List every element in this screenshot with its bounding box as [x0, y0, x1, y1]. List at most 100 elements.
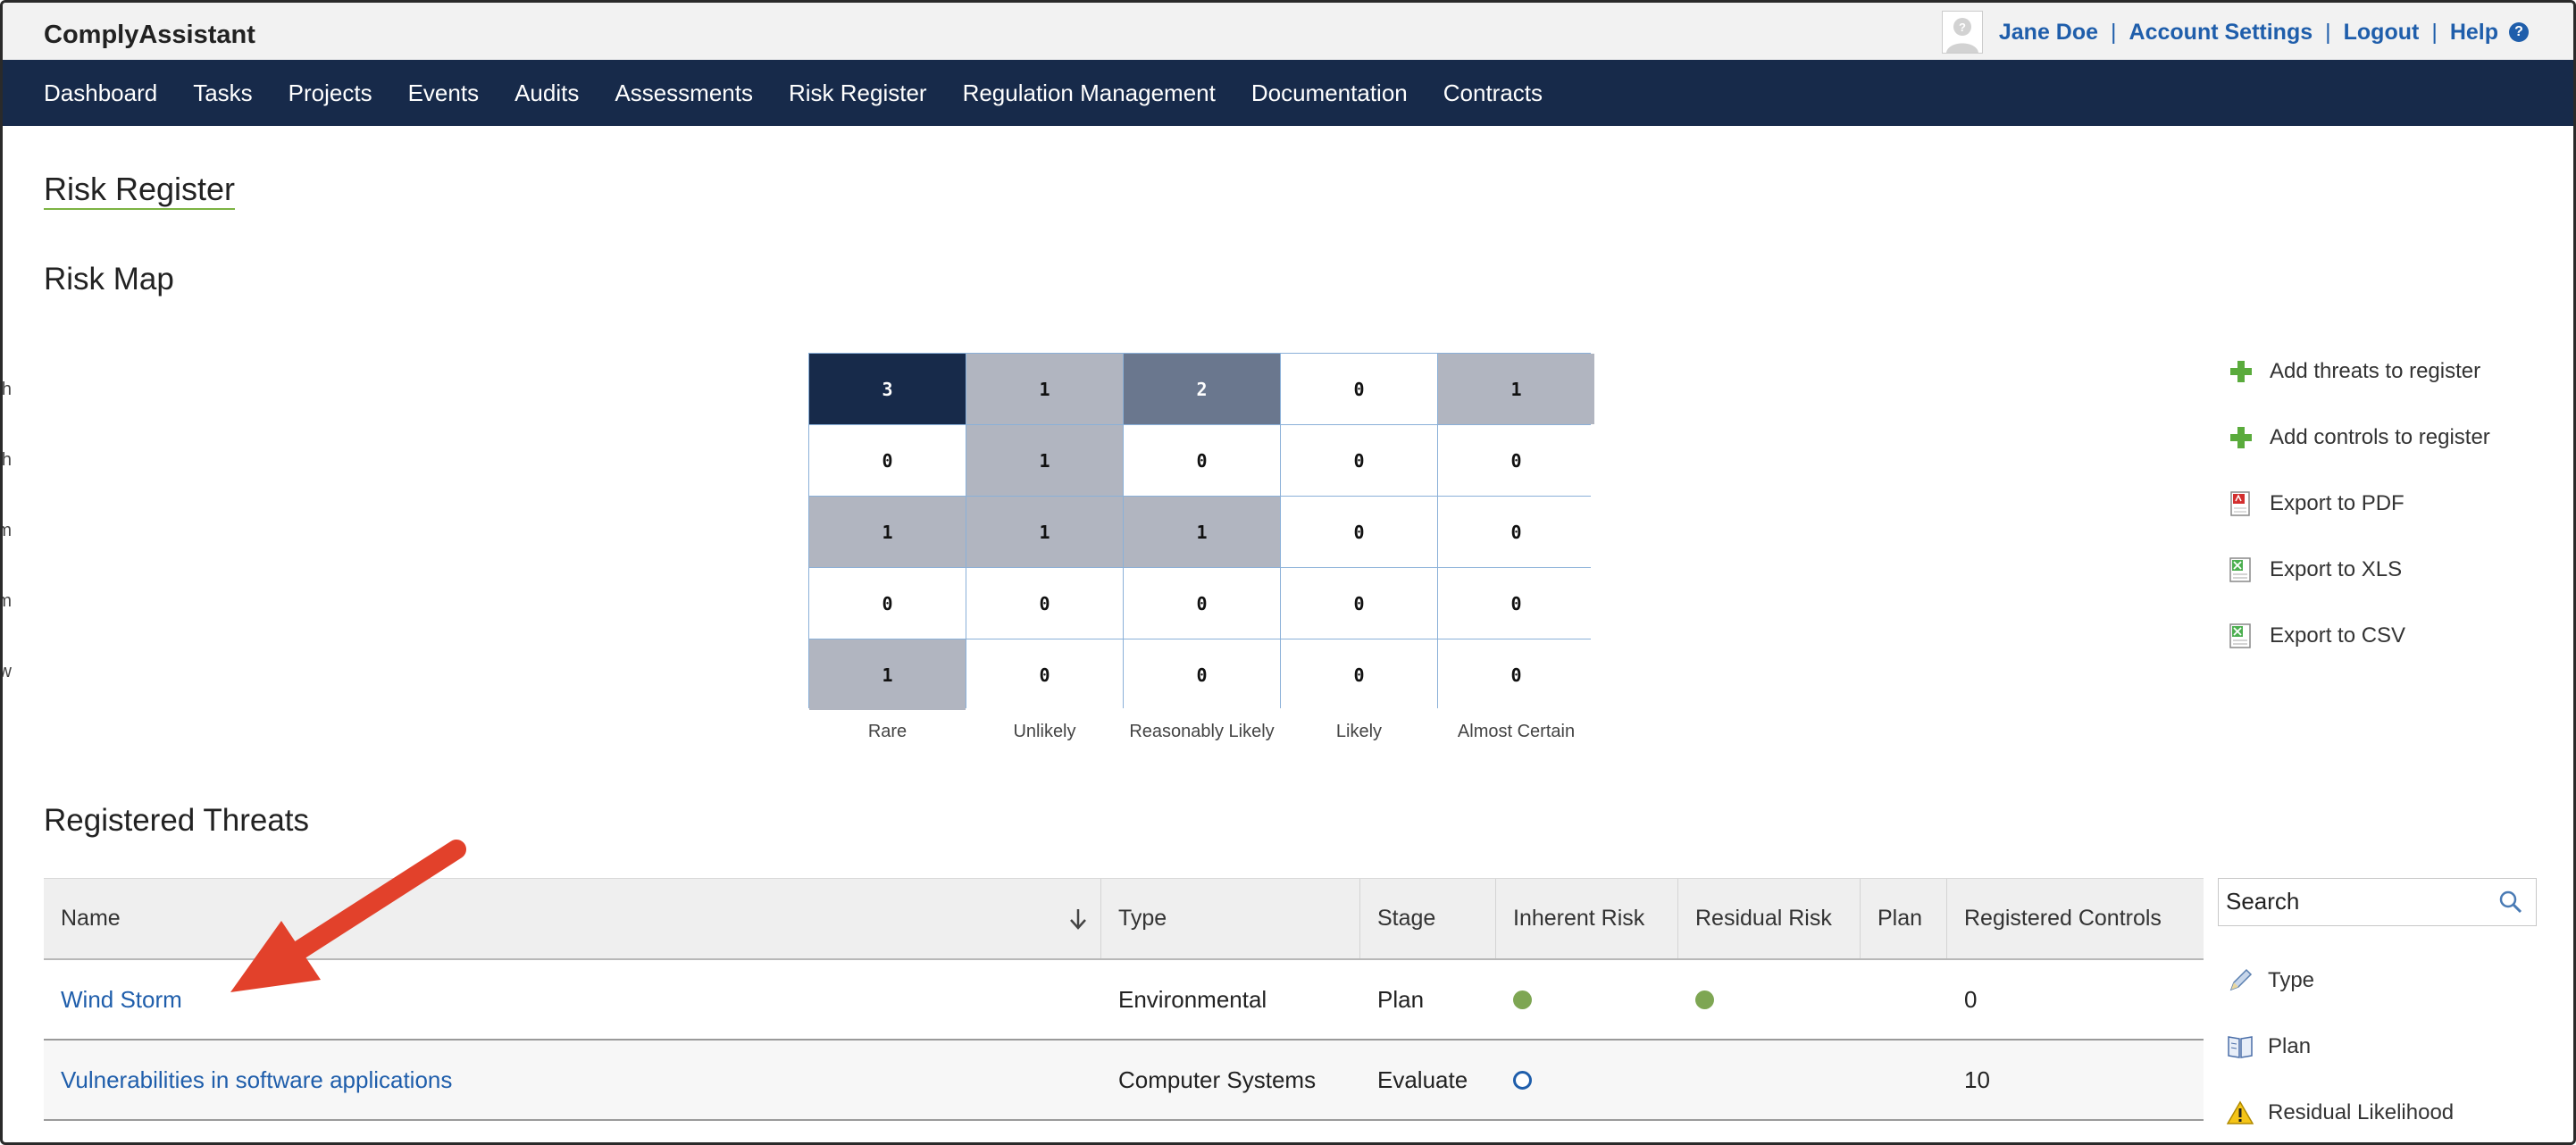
- column-label: Type: [1118, 906, 1167, 931]
- table-header: Name Type Stage Inherent Risk Residual R…: [44, 878, 2204, 960]
- nav-tasks[interactable]: Tasks: [193, 79, 252, 107]
- warning-icon: [2227, 1099, 2254, 1126]
- risk-cell-high-reasonably-likely[interactable]: 2: [1124, 354, 1280, 424]
- risk-cell-medium-rare[interactable]: 1: [809, 497, 966, 567]
- risk-cell-medium-high-likely[interactable]: 0: [1281, 425, 1437, 496]
- risk-cell-medium-unlikely[interactable]: 1: [966, 497, 1123, 567]
- help-icon[interactable]: ?: [2509, 22, 2529, 42]
- registered-controls-count: 10: [1964, 1066, 1990, 1093]
- nav-dashboard[interactable]: Dashboard: [44, 79, 157, 107]
- risk-map-x-label: Rare: [867, 722, 907, 741]
- sort-descending-icon[interactable]: [1068, 907, 1088, 937]
- risk-cell-high-rare[interactable]: 3: [809, 354, 966, 424]
- risk-cell-low-medium-likely[interactable]: 0: [1281, 568, 1437, 639]
- risk-cell-medium-reasonably-likely[interactable]: 1: [1124, 497, 1280, 567]
- column-label: Registered Controls: [1964, 906, 2162, 931]
- risk-map-y-label: High: [1, 380, 12, 399]
- column-header-stage[interactable]: Stage: [1360, 879, 1496, 958]
- risk-cell-low-medium-unlikely[interactable]: 0: [966, 568, 1123, 639]
- risk-cell-low-likely[interactable]: 0: [1281, 639, 1437, 710]
- risk-cell-medium-high-almost-certain[interactable]: 0: [1438, 425, 1594, 496]
- risk-map-x-label: Reasonably Likely: [1129, 722, 1275, 741]
- filter-type[interactable]: Type: [2227, 963, 2454, 999]
- export-csv-button[interactable]: Export to CSV: [2229, 619, 2490, 653]
- search-icon[interactable]: [2498, 890, 2523, 919]
- risk-cell-high-likely[interactable]: 0: [1281, 354, 1437, 424]
- column-header-type[interactable]: Type: [1101, 879, 1360, 958]
- nav-assessments[interactable]: Assessments: [615, 79, 753, 107]
- action-label: Export to PDF: [2270, 491, 2405, 515]
- filter-residual-likelihood[interactable]: Residual Likelihood: [2227, 1095, 2454, 1131]
- nav-regulation-management[interactable]: Regulation Management: [963, 79, 1216, 107]
- risk-cell-low-medium-almost-certain[interactable]: 0: [1438, 568, 1594, 639]
- risk-cell-medium-almost-certain[interactable]: 0: [1438, 497, 1594, 567]
- column-header-residual-risk[interactable]: Residual Risk: [1678, 879, 1861, 958]
- column-header-registered-controls[interactable]: Registered Controls: [1947, 879, 2204, 958]
- export-pdf-button[interactable]: Export to PDF: [2229, 487, 2490, 521]
- main-nav: Dashboard Tasks Projects Events Audits A…: [3, 60, 2573, 126]
- risk-cell-medium-likely[interactable]: 0: [1281, 497, 1437, 567]
- risk-actions: Add threats to register Add controls to …: [2229, 355, 2490, 685]
- user-silhouette-icon: ?: [1945, 18, 1978, 53]
- threat-name-link[interactable]: Vulnerabilities in software applications: [61, 1066, 452, 1094]
- svg-text:?: ?: [1959, 21, 1966, 34]
- residual-risk-empty: [1678, 1041, 1861, 1119]
- table-row: Vulnerabilities in software applications…: [44, 1041, 2204, 1121]
- risk-map-y-label: Low / Medium: [3, 591, 12, 612]
- add-controls-button[interactable]: Add controls to register: [2229, 421, 2490, 455]
- nav-contracts[interactable]: Contracts: [1443, 79, 1543, 107]
- filter-label: Residual Likelihood: [2268, 1100, 2455, 1124]
- pencil-icon: [2227, 967, 2254, 994]
- risk-map-y-label: Medium: [3, 521, 12, 541]
- user-bar: ? Jane Doe | Account Settings | Logout |…: [1941, 10, 2529, 54]
- browser-window: ComplyAssistant ? Jane Doe | Account Set…: [0, 0, 2576, 1145]
- risk-cell-medium-high-unlikely[interactable]: 1: [966, 425, 1123, 496]
- action-label: Add controls to register: [2270, 425, 2490, 449]
- plus-icon: [2229, 359, 2254, 384]
- column-header-inherent-risk[interactable]: Inherent Risk: [1496, 879, 1678, 958]
- book-icon: [2227, 1033, 2254, 1060]
- column-header-plan[interactable]: Plan: [1861, 879, 1947, 958]
- page-title: Risk Register: [44, 172, 236, 210]
- add-threats-button[interactable]: Add threats to register: [2229, 355, 2490, 389]
- risk-map-y-label: Medium / High: [1, 450, 12, 470]
- account-settings-link[interactable]: Account Settings: [2129, 20, 2313, 46]
- separator: |: [2111, 19, 2117, 45]
- risk-cell-high-unlikely[interactable]: 1: [966, 354, 1123, 424]
- risk-cell-medium-high-rare[interactable]: 0: [809, 425, 966, 496]
- avatar[interactable]: ?: [1941, 11, 1983, 54]
- nav-events[interactable]: Events: [408, 79, 480, 107]
- risk-cell-high-almost-certain[interactable]: 1: [1438, 354, 1594, 424]
- help-link[interactable]: Help: [2450, 20, 2498, 46]
- residual-risk-indicator: [1695, 990, 1714, 1009]
- registered-controls-count: 0: [1964, 985, 1978, 1013]
- nav-audits[interactable]: Audits: [514, 79, 579, 107]
- threat-name-link[interactable]: Wind Storm: [61, 986, 182, 1014]
- risk-cell-low-rare[interactable]: 1: [809, 639, 966, 710]
- risk-cell-low-medium-reasonably-likely[interactable]: 0: [1124, 568, 1280, 639]
- column-header-name[interactable]: Name: [44, 879, 1101, 958]
- export-xls-button[interactable]: Export to XLS: [2229, 553, 2490, 587]
- logout-link[interactable]: Logout: [2344, 20, 2420, 46]
- pdf-icon: [2229, 491, 2254, 516]
- user-name-link[interactable]: Jane Doe: [1999, 20, 2098, 46]
- search-input[interactable]: [2219, 879, 2487, 924]
- plus-icon: [2229, 425, 2254, 450]
- nav-projects[interactable]: Projects: [289, 79, 372, 107]
- filter-label: Plan: [2268, 1034, 2312, 1058]
- app-title: ComplyAssistant: [44, 21, 255, 49]
- risk-cell-low-medium-rare[interactable]: 0: [809, 568, 966, 639]
- risk-cell-medium-high-reasonably-likely[interactable]: 0: [1124, 425, 1280, 496]
- risk-cell-low-unlikely[interactable]: 0: [966, 639, 1123, 710]
- threat-type: Computer Systems: [1118, 1066, 1317, 1093]
- column-label: Inherent Risk: [1513, 906, 1645, 931]
- threat-plan: [1861, 1041, 1947, 1119]
- risk-cell-low-reasonably-likely[interactable]: 0: [1124, 639, 1280, 710]
- nav-risk-register[interactable]: Risk Register: [789, 79, 927, 107]
- separator: |: [2325, 19, 2331, 45]
- filter-list: Type Plan Residual Likelihood: [2227, 963, 2454, 1142]
- risk-cell-low-almost-certain[interactable]: 0: [1438, 639, 1594, 710]
- filter-plan[interactable]: Plan: [2227, 1029, 2454, 1065]
- threat-stage: Plan: [1377, 985, 1425, 1013]
- nav-documentation[interactable]: Documentation: [1251, 79, 1408, 107]
